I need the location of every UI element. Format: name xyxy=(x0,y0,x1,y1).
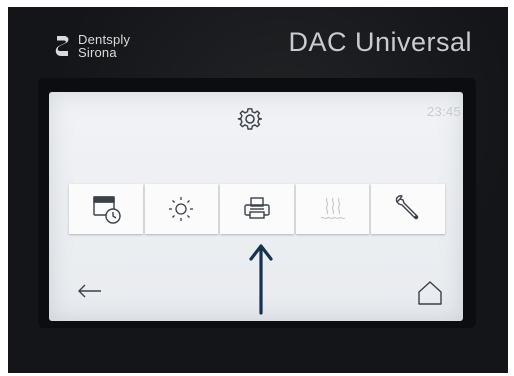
schedule-button[interactable] xyxy=(69,184,143,234)
clock-display: 23:45 xyxy=(426,104,461,119)
brightness-button[interactable] xyxy=(144,184,219,234)
up-arrow-icon xyxy=(249,244,273,315)
model-name: DAC Universal xyxy=(288,27,472,57)
heating-button[interactable] xyxy=(295,184,370,234)
calendar-clock-icon xyxy=(93,196,121,224)
brand-name-line2: Sirona xyxy=(78,45,117,60)
dentsply-sirona-logo-icon xyxy=(55,36,69,56)
heating-icon xyxy=(320,197,346,220)
menu-tile-row xyxy=(69,184,445,234)
brand-logo: Dentsply Sirona xyxy=(54,31,130,61)
printer-icon xyxy=(244,197,270,219)
gear-icon xyxy=(237,108,262,130)
brightness-icon xyxy=(169,197,194,221)
print-button[interactable] xyxy=(220,184,294,234)
back-arrow-icon[interactable] xyxy=(77,283,103,299)
service-button[interactable] xyxy=(371,184,445,234)
home-icon[interactable] xyxy=(417,280,443,306)
wrench-icon xyxy=(395,195,419,220)
